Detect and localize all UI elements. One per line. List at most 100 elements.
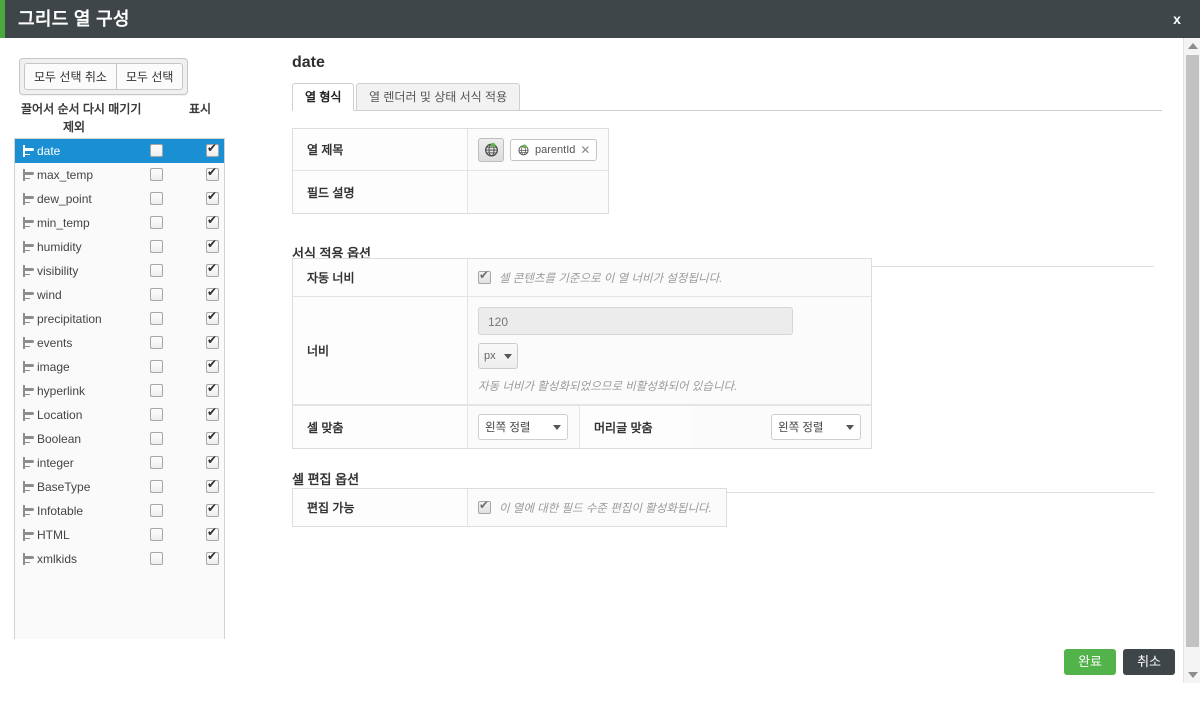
list-item[interactable]: xmlkids	[15, 547, 224, 571]
cell-alignment-select[interactable]: 왼쪽 정렬	[478, 414, 568, 440]
exclude-checkbox[interactable]	[150, 144, 163, 157]
show-checkbox[interactable]	[206, 334, 219, 349]
value-auto-width: 셀 콘텐츠를 기준으로 이 열 너비가 설정됩니다.	[468, 259, 871, 296]
list-item[interactable]: image	[15, 355, 224, 379]
list-item[interactable]: humidity	[15, 235, 224, 259]
list-item[interactable]: Boolean	[15, 427, 224, 451]
exclude-checkbox[interactable]	[150, 288, 163, 301]
show-checkbox[interactable]	[206, 526, 219, 541]
exclude-checkbox[interactable]	[150, 240, 163, 253]
scroll-down-arrow-icon[interactable]	[1188, 672, 1198, 678]
drag-handle-icon[interactable]	[21, 457, 34, 469]
show-checkbox[interactable]	[206, 310, 219, 325]
drag-handle-icon[interactable]	[21, 385, 34, 397]
drag-handle-icon[interactable]	[21, 361, 34, 373]
drag-handle-icon[interactable]	[21, 265, 34, 277]
drag-handle-icon[interactable]	[21, 481, 34, 493]
exclude-checkbox[interactable]	[150, 360, 163, 373]
show-checkbox[interactable]	[206, 262, 219, 277]
cancel-button[interactable]: 취소	[1123, 649, 1175, 675]
drag-handle-icon[interactable]	[21, 505, 34, 517]
list-item[interactable]: max_temp	[15, 163, 224, 187]
drag-handle-icon[interactable]	[21, 553, 34, 565]
show-checkbox[interactable]	[206, 382, 219, 397]
width-input[interactable]: 120	[478, 307, 793, 335]
dialog-vertical-scrollbar[interactable]	[1183, 38, 1200, 683]
editable-checkbox[interactable]	[478, 499, 491, 514]
exclude-checkbox[interactable]	[150, 168, 163, 181]
label-field-description: 필드 설명	[293, 171, 468, 213]
drag-handle-icon[interactable]	[21, 217, 34, 229]
list-item-label: integer	[37, 456, 74, 470]
list-item[interactable]: Infotable	[15, 499, 224, 523]
list-item[interactable]: dew_point	[15, 187, 224, 211]
show-checkbox[interactable]	[206, 502, 219, 517]
auto-width-checkbox[interactable]	[478, 269, 491, 284]
exclude-checkbox[interactable]	[150, 336, 163, 349]
list-item[interactable]: HTML	[15, 523, 224, 547]
list-item[interactable]: min_temp	[15, 211, 224, 235]
show-checkbox[interactable]	[206, 214, 219, 229]
list-item[interactable]: events	[15, 331, 224, 355]
value-field-description[interactable]	[468, 171, 608, 213]
chip-remove-icon[interactable]: ✕	[580, 143, 590, 157]
show-checkbox[interactable]	[206, 190, 219, 205]
drag-handle-icon[interactable]	[21, 145, 34, 157]
show-checkbox[interactable]	[206, 478, 219, 493]
drag-handle-icon[interactable]	[21, 529, 34, 541]
list-item[interactable]: integer	[15, 451, 224, 475]
select-all-button[interactable]: 모두 선택	[115, 63, 184, 90]
drag-handle-icon[interactable]	[21, 193, 34, 205]
localization-globe-icon[interactable]	[478, 137, 504, 162]
list-item[interactable]: BaseType	[15, 475, 224, 499]
list-item[interactable]: hyperlink	[15, 379, 224, 403]
drag-handle-icon[interactable]	[21, 289, 34, 301]
drag-handle-icon[interactable]	[21, 433, 34, 445]
width-unit-select[interactable]: px	[478, 343, 518, 369]
scroll-up-arrow-icon[interactable]	[1188, 43, 1198, 49]
exclude-checkbox[interactable]	[150, 384, 163, 397]
show-checkbox[interactable]	[206, 286, 219, 301]
chevron-down-icon	[504, 353, 512, 359]
row-alignment: 셀 맞춤 왼쪽 정렬 머리글 맞춤 왼쪽 정렬	[293, 405, 871, 448]
exclude-checkbox[interactable]	[150, 192, 163, 205]
show-checkbox[interactable]	[206, 406, 219, 421]
exclude-checkbox[interactable]	[150, 552, 163, 565]
column-title-token-chip[interactable]: parentId ✕	[510, 138, 598, 161]
drag-handle-icon[interactable]	[21, 409, 34, 421]
drag-handle-icon[interactable]	[21, 313, 34, 325]
show-checkbox[interactable]	[206, 454, 219, 469]
exclude-checkbox[interactable]	[150, 456, 163, 469]
exclude-checkbox[interactable]	[150, 480, 163, 493]
list-item[interactable]: wind	[15, 283, 224, 307]
done-button[interactable]: 완료	[1064, 649, 1116, 675]
close-icon[interactable]: x	[1166, 0, 1188, 38]
deselect-all-button[interactable]: 모두 선택 취소	[24, 63, 116, 90]
drag-handle-icon[interactable]	[21, 169, 34, 181]
vertical-scroll-thumb[interactable]	[1186, 55, 1199, 647]
drag-handle-icon[interactable]	[21, 241, 34, 253]
tab-column-renderer-state-format[interactable]: 열 렌더러 및 상태 서식 적용	[356, 83, 521, 111]
exclude-checkbox[interactable]	[150, 216, 163, 229]
exclude-checkbox[interactable]	[150, 504, 163, 517]
list-item[interactable]: visibility	[15, 259, 224, 283]
show-checkbox[interactable]	[206, 142, 219, 157]
list-item[interactable]: precipitation	[15, 307, 224, 331]
show-checkbox[interactable]	[206, 166, 219, 181]
show-checkbox[interactable]	[206, 238, 219, 253]
show-checkbox[interactable]	[206, 358, 219, 373]
list-item[interactable]: Location	[15, 403, 224, 427]
list-item-label: humidity	[37, 240, 82, 254]
tab-column-format[interactable]: 열 형식	[292, 83, 355, 111]
exclude-checkbox[interactable]	[150, 408, 163, 421]
drag-handle-icon[interactable]	[21, 337, 34, 349]
show-checkbox[interactable]	[206, 430, 219, 445]
exclude-checkbox[interactable]	[150, 528, 163, 541]
show-checkbox[interactable]	[206, 550, 219, 565]
header-alignment-select[interactable]: 왼쪽 정렬	[771, 414, 861, 440]
exclude-checkbox[interactable]	[150, 312, 163, 325]
column-detail-panel: date 열 형식 열 렌더러 및 상태 서식 적용 열 제목 parentId…	[280, 38, 1170, 638]
exclude-checkbox[interactable]	[150, 264, 163, 277]
list-item[interactable]: date	[15, 139, 224, 163]
exclude-checkbox[interactable]	[150, 432, 163, 445]
